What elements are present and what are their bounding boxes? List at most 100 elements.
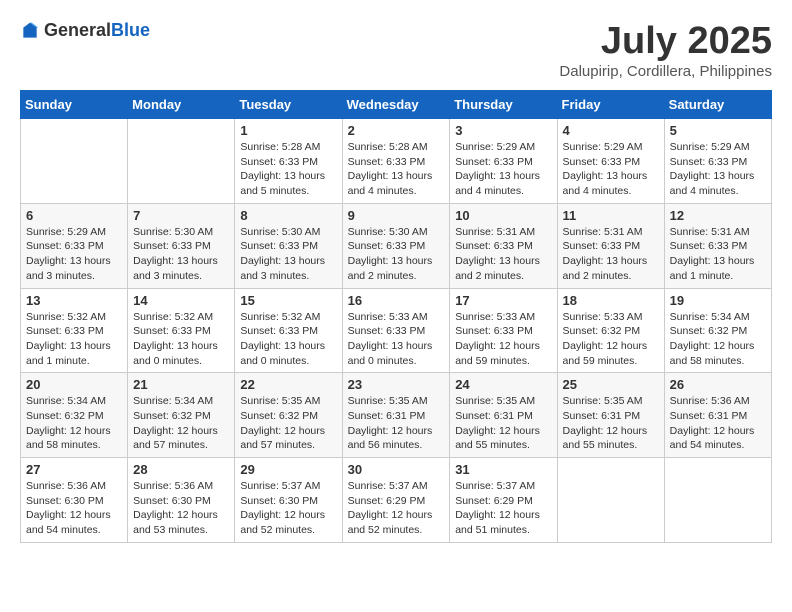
day-info: Sunrise: 5:37 AM Sunset: 6:30 PM Dayligh… (240, 479, 336, 538)
day-info: Sunrise: 5:34 AM Sunset: 6:32 PM Dayligh… (26, 394, 122, 453)
day-number: 26 (670, 377, 766, 392)
day-number: 15 (240, 293, 336, 308)
weekday-header: Tuesday (235, 91, 342, 119)
day-number: 1 (240, 123, 336, 138)
calendar-day-cell: 13 Sunrise: 5:32 AM Sunset: 6:33 PM Dayli… (21, 288, 128, 373)
day-number: 6 (26, 208, 122, 223)
calendar-day-cell: 7Sunrise: 5:30 AM Sunset: 6:33 PM Daylig… (128, 203, 235, 288)
day-number: 10 (455, 208, 551, 223)
day-number: 9 (348, 208, 445, 223)
day-number: 18 (563, 293, 659, 308)
calendar-table: SundayMondayTuesdayWednesdayThursdayFrid… (20, 90, 772, 543)
calendar-day-cell: 8Sunrise: 5:30 AM Sunset: 6:33 PM Daylig… (235, 203, 342, 288)
weekday-header: Friday (557, 91, 664, 119)
day-info: Sunrise: 5:28 AM Sunset: 6:33 PM Dayligh… (240, 140, 336, 199)
day-info: Sunrise: 5:29 AM Sunset: 6:33 PM Dayligh… (26, 225, 122, 284)
day-number: 14 (133, 293, 229, 308)
calendar-day-cell (664, 458, 771, 543)
day-info: Sunrise: 5:36 AM Sunset: 6:31 PM Dayligh… (670, 394, 766, 453)
calendar-week-row: 13 Sunrise: 5:32 AM Sunset: 6:33 PM Dayli… (21, 288, 772, 373)
day-info: Sunrise: 5:29 AM Sunset: 6:33 PM Dayligh… (670, 140, 766, 199)
day-info: Sunrise: 5:37 AM Sunset: 6:29 PM Dayligh… (455, 479, 551, 538)
day-info: Sunrise: 5:29 AM Sunset: 6:33 PM Dayligh… (455, 140, 551, 199)
calendar-day-cell: 29Sunrise: 5:37 AM Sunset: 6:30 PM Dayli… (235, 458, 342, 543)
day-info: Sunrise: 5:36 AM Sunset: 6:30 PM Dayligh… (133, 479, 229, 538)
day-number: 17 (455, 293, 551, 308)
day-number: 11 (563, 208, 659, 223)
calendar-day-cell: 19Sunrise: 5:34 AM Sunset: 6:32 PM Dayli… (664, 288, 771, 373)
day-info: Sunrise: 5:31 AM Sunset: 6:33 PM Dayligh… (670, 225, 766, 284)
calendar-day-cell: 2Sunrise: 5:28 AM Sunset: 6:33 PM Daylig… (342, 119, 450, 204)
day-number: 24 (455, 377, 551, 392)
weekday-header: Saturday (664, 91, 771, 119)
day-number: 19 (670, 293, 766, 308)
calendar-day-cell: 31 Sunrise: 5:37 AM Sunset: 6:29 PM Dayli… (450, 458, 557, 543)
location-title: Dalupirip, Cordillera, Philippines (559, 63, 772, 80)
day-info: Sunrise: 5:33 AM Sunset: 6:33 PM Dayligh… (348, 310, 445, 369)
calendar-day-cell (557, 458, 664, 543)
calendar-day-cell: 1 Sunrise: 5:28 AM Sunset: 6:33 PM Daylig… (235, 119, 342, 204)
day-info: Sunrise: 5:29 AM Sunset: 6:33 PM Dayligh… (563, 140, 659, 199)
calendar-day-cell: 18 Sunrise: 5:33 AM Sunset: 6:32 PM Dayli… (557, 288, 664, 373)
day-info: Sunrise: 5:35 AM Sunset: 6:31 PM Dayligh… (348, 394, 445, 453)
day-number: 27 (26, 462, 122, 477)
day-number: 30 (348, 462, 445, 477)
logo: GeneralBlue (20, 20, 150, 41)
calendar-week-row: 1 Sunrise: 5:28 AM Sunset: 6:33 PM Daylig… (21, 119, 772, 204)
day-number: 31 (455, 462, 551, 477)
day-info: Sunrise: 5:32 AM Sunset: 6:33 PM Dayligh… (26, 310, 122, 369)
weekday-header: Wednesday (342, 91, 450, 119)
calendar-day-cell: 22Sunrise: 5:35 AM Sunset: 6:32 PM Dayli… (235, 373, 342, 458)
day-info: Sunrise: 5:37 AM Sunset: 6:29 PM Dayligh… (348, 479, 445, 538)
day-number: 25 (563, 377, 659, 392)
calendar-day-cell: 11 Sunrise: 5:31 AM Sunset: 6:33 PM Dayli… (557, 203, 664, 288)
calendar-day-cell: 23 Sunrise: 5:35 AM Sunset: 6:31 PM Dayli… (342, 373, 450, 458)
calendar-day-cell: 25 Sunrise: 5:35 AM Sunset: 6:31 PM Dayli… (557, 373, 664, 458)
day-info: Sunrise: 5:32 AM Sunset: 6:33 PM Dayligh… (240, 310, 336, 369)
day-number: 13 (26, 293, 122, 308)
calendar-day-cell: 9 Sunrise: 5:30 AM Sunset: 6:33 PM Daylig… (342, 203, 450, 288)
month-title: July 2025 (559, 20, 772, 63)
day-info: Sunrise: 5:34 AM Sunset: 6:32 PM Dayligh… (133, 394, 229, 453)
day-info: Sunrise: 5:31 AM Sunset: 6:33 PM Dayligh… (563, 225, 659, 284)
day-number: 8 (240, 208, 336, 223)
weekday-header: Monday (128, 91, 235, 119)
logo-text-general: General (44, 20, 111, 40)
calendar-day-cell: 10 Sunrise: 5:31 AM Sunset: 6:33 PM Dayli… (450, 203, 557, 288)
calendar-day-cell: 16Sunrise: 5:33 AM Sunset: 6:33 PM Dayli… (342, 288, 450, 373)
day-info: Sunrise: 5:33 AM Sunset: 6:32 PM Dayligh… (563, 310, 659, 369)
day-info: Sunrise: 5:35 AM Sunset: 6:32 PM Dayligh… (240, 394, 336, 453)
day-info: Sunrise: 5:35 AM Sunset: 6:31 PM Dayligh… (563, 394, 659, 453)
day-number: 20 (26, 377, 122, 392)
day-info: Sunrise: 5:30 AM Sunset: 6:33 PM Dayligh… (348, 225, 445, 284)
calendar-week-row: 20 Sunrise: 5:34 AM Sunset: 6:32 PM Dayli… (21, 373, 772, 458)
weekday-header: Sunday (21, 91, 128, 119)
day-number: 23 (348, 377, 445, 392)
day-number: 7 (133, 208, 229, 223)
logo-text-blue: Blue (111, 20, 150, 40)
calendar-day-cell: 21 Sunrise: 5:34 AM Sunset: 6:32 PM Dayli… (128, 373, 235, 458)
calendar-day-cell: 26 Sunrise: 5:36 AM Sunset: 6:31 PM Dayli… (664, 373, 771, 458)
calendar-day-cell: 12 Sunrise: 5:31 AM Sunset: 6:33 PM Dayli… (664, 203, 771, 288)
page-header: GeneralBlue July 2025 Dalupirip, Cordill… (20, 20, 772, 80)
calendar-day-cell (21, 119, 128, 204)
day-info: Sunrise: 5:33 AM Sunset: 6:33 PM Dayligh… (455, 310, 551, 369)
day-number: 12 (670, 208, 766, 223)
weekday-header: Thursday (450, 91, 557, 119)
day-info: Sunrise: 5:35 AM Sunset: 6:31 PM Dayligh… (455, 394, 551, 453)
calendar-day-cell: 30 Sunrise: 5:37 AM Sunset: 6:29 PM Dayli… (342, 458, 450, 543)
calendar-day-cell: 3 Sunrise: 5:29 AM Sunset: 6:33 PM Daylig… (450, 119, 557, 204)
calendar-day-cell: 24 Sunrise: 5:35 AM Sunset: 6:31 PM Dayli… (450, 373, 557, 458)
day-number: 28 (133, 462, 229, 477)
calendar-week-row: 6 Sunrise: 5:29 AM Sunset: 6:33 PM Daylig… (21, 203, 772, 288)
day-number: 21 (133, 377, 229, 392)
day-info: Sunrise: 5:31 AM Sunset: 6:33 PM Dayligh… (455, 225, 551, 284)
day-number: 3 (455, 123, 551, 138)
logo-icon (20, 21, 40, 41)
calendar-day-cell: 14Sunrise: 5:32 AM Sunset: 6:33 PM Dayli… (128, 288, 235, 373)
calendar-day-cell: 15 Sunrise: 5:32 AM Sunset: 6:33 PM Dayli… (235, 288, 342, 373)
calendar-header-row: SundayMondayTuesdayWednesdayThursdayFrid… (21, 91, 772, 119)
calendar-day-cell: 28 Sunrise: 5:36 AM Sunset: 6:30 PM Dayli… (128, 458, 235, 543)
calendar-day-cell: 6 Sunrise: 5:29 AM Sunset: 6:33 PM Daylig… (21, 203, 128, 288)
day-number: 4 (563, 123, 659, 138)
